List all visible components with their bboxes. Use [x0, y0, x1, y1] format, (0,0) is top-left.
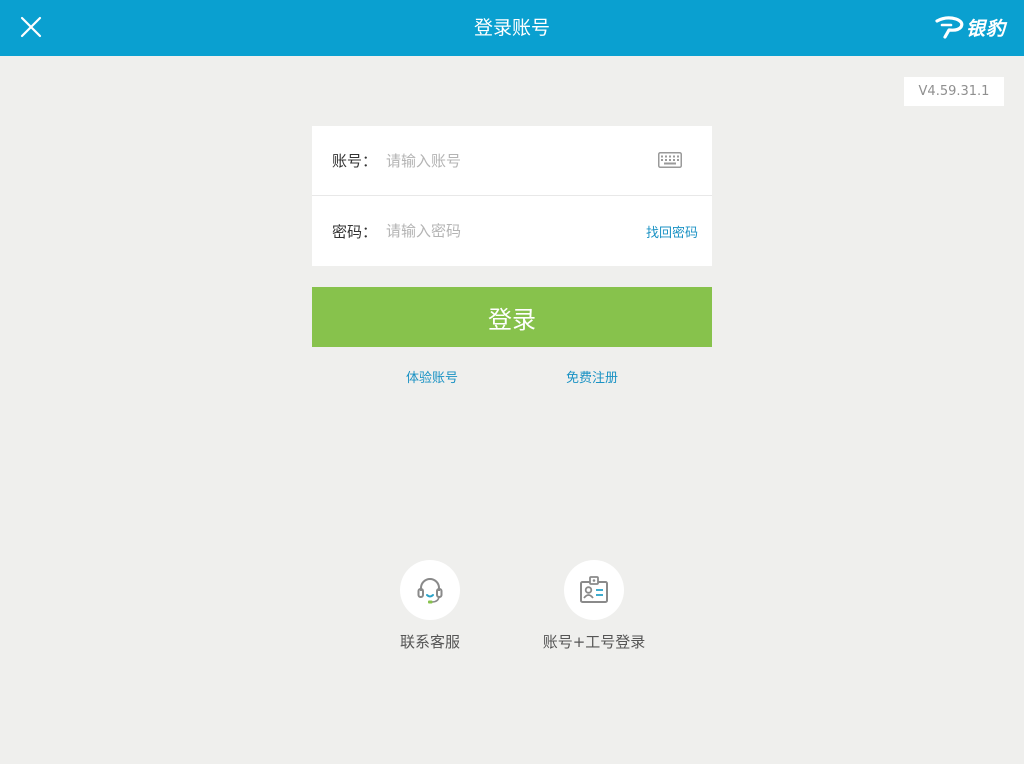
staff-login-button[interactable]: 账号+工号登录: [514, 560, 674, 660]
support-icon-circle: [400, 560, 460, 620]
account-label: 账号：: [332, 152, 378, 170]
password-label: 密码：: [332, 222, 378, 241]
staff-icon-circle: [564, 560, 624, 620]
trial-account-link[interactable]: 体验账号: [372, 369, 492, 389]
keyboard-button[interactable]: [658, 152, 682, 168]
page-title: 登录账号: [473, 17, 550, 39]
staff-login-label: 账号+工号登录: [542, 633, 646, 651]
brand-name: 银豹: [965, 17, 1006, 40]
headset-icon: [417, 578, 443, 604]
version-badge: V4.59.31.1: [904, 77, 1004, 106]
title-bar: 登录账号 银豹: [0, 0, 1024, 56]
account-input[interactable]: [386, 144, 636, 178]
login-form: 账号： 密码： 找回密码: [312, 126, 712, 266]
id-card-icon: [580, 576, 608, 603]
password-input[interactable]: [386, 214, 636, 248]
keyboard-icon: [658, 152, 682, 168]
free-register-link[interactable]: 免费注册: [532, 369, 652, 389]
password-row: 密码： 找回密码: [312, 196, 712, 266]
contact-support-button[interactable]: 联系客服: [350, 560, 510, 660]
forgot-password-link[interactable]: 找回密码: [646, 196, 698, 266]
account-row: 账号：: [312, 126, 712, 196]
contact-support-label: 联系客服: [399, 633, 460, 651]
login-button[interactable]: 登录: [312, 287, 712, 347]
close-button[interactable]: [16, 12, 46, 42]
brand-logo-icon: [935, 16, 964, 39]
close-icon: [20, 16, 42, 38]
brand-logo: 银豹: [934, 12, 1006, 42]
